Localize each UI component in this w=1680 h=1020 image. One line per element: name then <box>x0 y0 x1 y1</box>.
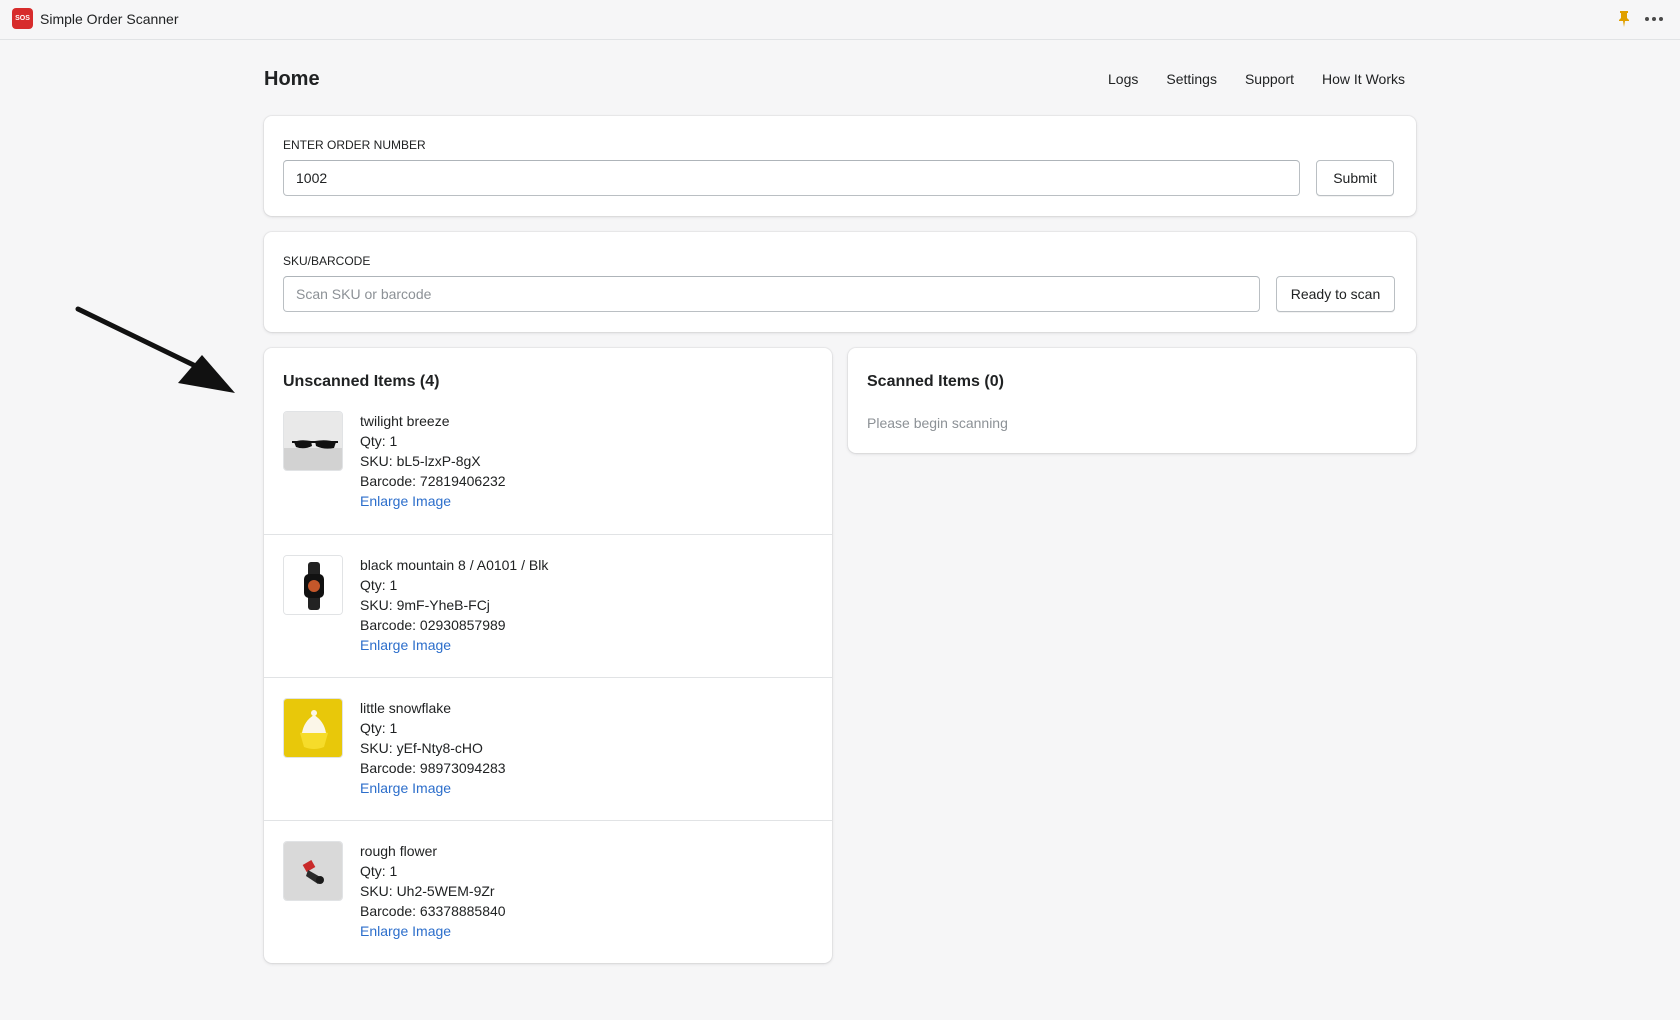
empty-state-text: Please begin scanning <box>867 415 1008 431</box>
unscanned-items-title: Unscanned Items (4) <box>283 373 440 390</box>
item-barcode: Barcode: 98973094283 <box>360 760 506 776</box>
ready-to-scan-button[interactable]: Ready to scan <box>1276 276 1395 312</box>
item-qty: Qty: 1 <box>360 577 398 593</box>
nav-support[interactable]: Support <box>1245 71 1294 87</box>
item-details: black mountain 8 / A0101 / Blk Qty: 1 SK… <box>360 555 548 655</box>
item-name: twilight breeze <box>360 413 450 429</box>
list-item: black mountain 8 / A0101 / Blk Qty: 1 SK… <box>264 534 832 677</box>
item-details: rough flower Qty: 1 SKU: Uh2-5WEM-9Zr Ba… <box>360 841 506 941</box>
order-card: ENTER ORDER NUMBER Submit <box>264 116 1416 216</box>
item-name: little snowflake <box>360 700 452 716</box>
list-item: twilight breeze Qty: 1 SKU: bL5-lzxP-8gX… <box>264 403 832 546</box>
enlarge-image-link[interactable]: Enlarge Image <box>360 778 506 798</box>
page-title: Home <box>264 68 320 90</box>
app-bar: SOS Simple Order Scanner <box>0 0 1680 40</box>
order-number-label: ENTER ORDER NUMBER <box>283 138 426 152</box>
sku-barcode-input[interactable] <box>283 276 1260 312</box>
enlarge-image-link[interactable]: Enlarge Image <box>360 491 506 511</box>
item-name: rough flower <box>360 843 438 859</box>
sunglasses-image <box>283 411 343 471</box>
scanned-items-card: Scanned Items (0) Please begin scanning <box>848 348 1416 453</box>
nav-logs[interactable]: Logs <box>1108 71 1138 87</box>
item-sku: SKU: 9mF-YheB-FCj <box>360 597 490 613</box>
app-title: Simple Order Scanner <box>40 11 179 27</box>
item-qty: Qty: 1 <box>360 863 398 879</box>
more-options-icon[interactable] <box>1643 9 1665 29</box>
top-nav: Logs Settings Support How It Works <box>1108 71 1405 87</box>
sku-barcode-label: SKU/BARCODE <box>283 254 371 268</box>
enlarge-image-link[interactable]: Enlarge Image <box>360 635 548 655</box>
item-qty: Qty: 1 <box>360 720 398 736</box>
scanned-items-title: Scanned Items (0) <box>867 373 1004 390</box>
smartwatch-image <box>283 555 343 615</box>
item-sku: SKU: yEf-Nty8-cHO <box>360 740 483 756</box>
nav-settings[interactable]: Settings <box>1166 71 1217 87</box>
item-details: little snowflake Qty: 1 SKU: yEf-Nty8-cH… <box>360 698 506 798</box>
item-barcode: Barcode: 72819406232 <box>360 473 506 489</box>
item-name: black mountain 8 / A0101 / Blk <box>360 557 549 573</box>
item-barcode: Barcode: 02930857989 <box>360 617 506 633</box>
item-qty: Qty: 1 <box>360 433 398 449</box>
unscanned-items-card: Unscanned Items (4) twilight breeze Qty:… <box>264 348 832 963</box>
enlarge-image-link[interactable]: Enlarge Image <box>360 921 506 941</box>
order-number-input[interactable] <box>283 160 1300 196</box>
item-sku: SKU: bL5-lzxP-8gX <box>360 453 481 469</box>
list-item: rough flower Qty: 1 SKU: Uh2-5WEM-9Zr Ba… <box>264 820 832 963</box>
app-logo: SOS <box>12 8 33 29</box>
arrow-annotation-icon <box>75 306 235 393</box>
item-barcode: Barcode: 63378885840 <box>360 903 506 919</box>
nav-how-it-works[interactable]: How It Works <box>1322 71 1405 87</box>
submit-button[interactable]: Submit <box>1316 160 1394 196</box>
gadget-image <box>283 841 343 901</box>
item-sku: SKU: Uh2-5WEM-9Zr <box>360 883 495 899</box>
pin-icon[interactable] <box>1617 10 1631 28</box>
item-details: twilight breeze Qty: 1 SKU: bL5-lzxP-8gX… <box>360 411 506 511</box>
list-item: little snowflake Qty: 1 SKU: yEf-Nty8-cH… <box>264 677 832 820</box>
cupcake-image <box>283 698 343 758</box>
scan-card: SKU/BARCODE Ready to scan <box>264 232 1416 332</box>
